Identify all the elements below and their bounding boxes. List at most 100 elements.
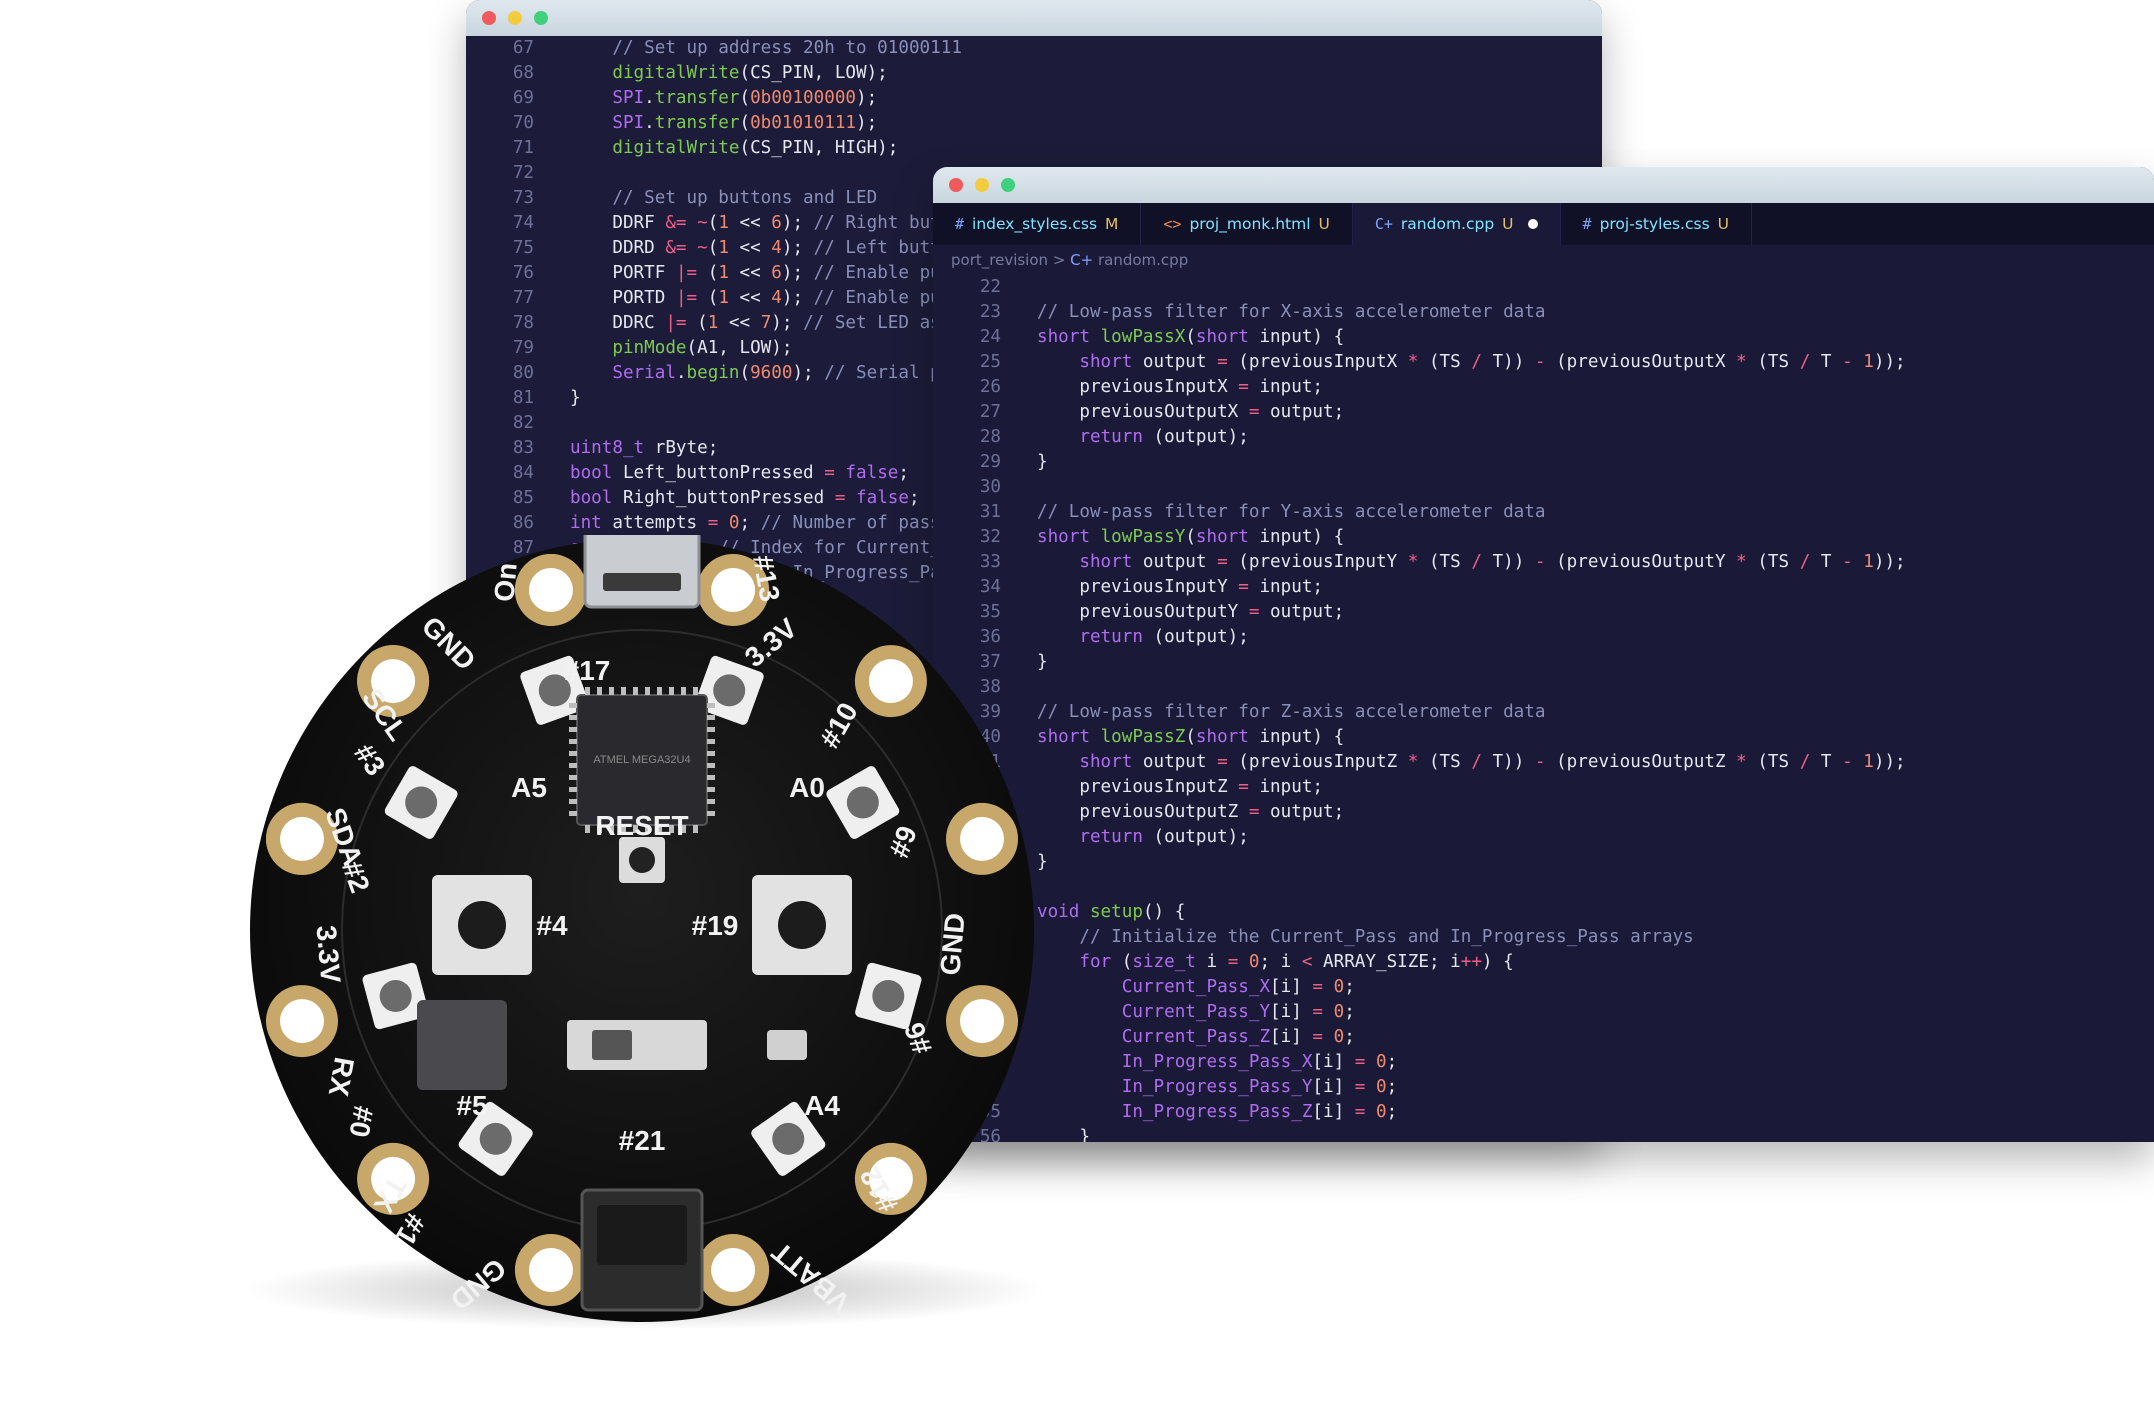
code-text[interactable]: return (output); [1037,625,1249,650]
unsaved-dot-icon[interactable] [1527,219,1538,229]
close-dot-icon[interactable] [949,178,963,192]
code-line[interactable]: 71 digitalWrite(CS_PIN, HIGH); [466,136,1602,161]
code-line[interactable]: 42 previousInputZ = input; [933,775,2154,800]
code-text[interactable]: Current_Pass_Z[i] = 0; [1037,1025,1355,1050]
code-line[interactable]: 49 for (size_t i = 0; i < ARRAY_SIZE; i+… [933,950,2154,975]
code-line[interactable]: 40 short lowPassZ(short input) { [933,725,2154,750]
code-line[interactable]: 28 return (output); [933,425,2154,450]
code-text[interactable]: previousOutputX = output; [1037,400,1344,425]
code-text[interactable]: } [1037,650,1048,675]
code-text[interactable]: uint8_t rByte; [570,436,718,461]
code-line[interactable]: 36 return (output); [933,625,2154,650]
code-line[interactable]: 38 [933,675,2154,700]
reset-button-cap[interactable] [629,847,655,873]
code-line[interactable]: 23 // Low-pass filter for X-axis accelero… [933,300,2154,325]
code-line[interactable]: 33 short output = (previousInputY * (TS … [933,550,2154,575]
code-line[interactable]: 41 short output = (previousInputZ * (TS … [933,750,2154,775]
code-text[interactable]: In_Progress_Pass_Z[i] = 0; [1037,1100,1397,1125]
code-text[interactable]: previousInputX = input; [1037,375,1323,400]
code-text[interactable]: return (output); [1037,825,1249,850]
code-text[interactable]: digitalWrite(CS_PIN, HIGH); [570,136,898,161]
code-line[interactable]: 25 short output = (previousInputX * (TS … [933,350,2154,375]
code-text[interactable]: // Low-pass filter for X-axis accelerome… [1037,300,1545,325]
code-text[interactable]: Current_Pass_X[i] = 0; [1037,975,1355,1000]
code-line[interactable]: 37} [933,650,2154,675]
code-text[interactable]: } [570,386,581,411]
code-text[interactable]: // Set up buttons and LED [570,186,877,211]
code-line[interactable]: 69 SPI.transfer(0b00100000); [466,86,1602,111]
code-line[interactable]: 67 // Set up address 20h to 01000111 [466,36,1602,61]
code-line[interactable]: 34 previousInputY = input; [933,575,2154,600]
code-line[interactable]: 47void setup() { [933,900,2154,925]
code-text[interactable]: bool Right_buttonPressed = false; [570,486,920,511]
code-text[interactable]: short output = (previousInputZ * (TS / T… [1037,750,1905,775]
minimize-dot-icon[interactable] [975,178,989,192]
code-text[interactable]: // Low-pass filter for Y-axis accelerome… [1037,500,1545,525]
code-line[interactable]: 22 [933,275,2154,300]
code-line[interactable]: 35 previousOutputY = output; [933,600,2154,625]
code-line[interactable]: 29} [933,450,2154,475]
editor-tab[interactable]: C+ random.cpp U [1352,203,1561,245]
code-text[interactable]: for (size_t i = 0; i < ARRAY_SIZE; i++) … [1037,950,1513,975]
code-line[interactable]: 56 } [933,1125,2154,1142]
code-text[interactable]: short lowPassZ(short input) { [1037,725,1344,750]
code-text[interactable]: previousOutputZ = output; [1037,800,1344,825]
code-line[interactable]: 43 previousOutputZ = output; [933,800,2154,825]
minimize-dot-icon[interactable] [508,11,522,25]
code-line[interactable]: 46 [933,875,2154,900]
code-line[interactable]: 26 previousInputX = input; [933,375,2154,400]
breadcrumb-folder[interactable]: port_revision [951,251,1048,269]
code-text[interactable]: Current_Pass_Y[i] = 0; [1037,1000,1355,1025]
code-text[interactable]: previousInputY = input; [1037,575,1323,600]
slide-switch-knob[interactable] [592,1030,632,1060]
editor-tab[interactable]: # index_styles.css M [933,203,1142,245]
code-text[interactable]: DDRD &= ~(1 << 4); // Left button [570,236,962,261]
code-text[interactable]: // Low-pass filter for Z-axis accelerome… [1037,700,1545,725]
code-text[interactable]: short output = (previousInputX * (TS / T… [1037,350,1905,375]
code-line[interactable]: 45} [933,850,2154,875]
code-text[interactable]: // Set up address 20h to 01000111 [570,36,962,61]
code-text[interactable]: } [1037,850,1048,875]
code-line[interactable]: 24 short lowPassX(short input) { [933,325,2154,350]
front-window-titlebar[interactable] [933,167,2154,203]
code-line[interactable]: 31 // Low-pass filter for Y-axis accelero… [933,500,2154,525]
code-text[interactable]: SPI.transfer(0b00100000); [570,86,877,111]
code-line[interactable]: 30 [933,475,2154,500]
back-window-titlebar[interactable] [466,0,1602,36]
code-text[interactable]: int attempts = 0; // Number of password [570,511,983,536]
breadcrumb-file[interactable]: random.cpp [1098,251,1188,269]
code-line[interactable]: 54 In_Progress_Pass_Y[i] = 0; [933,1075,2154,1100]
code-text[interactable]: bool Left_buttonPressed = false; [570,461,909,486]
code-line[interactable]: 52 Current_Pass_Z[i] = 0; [933,1025,2154,1050]
code-text[interactable]: short lowPassY(short input) { [1037,525,1344,550]
code-line[interactable]: 70 SPI.transfer(0b01010111); [466,111,1602,136]
code-text[interactable]: In_Progress_Pass_Y[i] = 0; [1037,1075,1397,1100]
maximize-dot-icon[interactable] [1001,178,1015,192]
code-line[interactable]: 68 digitalWrite(CS_PIN, LOW); [466,61,1602,86]
code-text[interactable]: short output = (previousInputY * (TS / T… [1037,550,1905,575]
code-text[interactable]: Serial.begin(9600); // Serial port [570,361,972,386]
code-line[interactable]: 50 Current_Pass_X[i] = 0; [933,975,2154,1000]
code-line[interactable]: 53 In_Progress_Pass_X[i] = 0; [933,1050,2154,1075]
code-text[interactable]: SPI.transfer(0b01010111); [570,111,877,136]
code-text[interactable]: short lowPassX(short input) { [1037,325,1344,350]
code-text[interactable]: previousOutputY = output; [1037,600,1344,625]
code-text[interactable]: PORTD |= (1 << 4); // Enable pull-up [570,286,993,311]
code-text[interactable]: PORTF |= (1 << 6); // Enable pull-up [570,261,993,286]
code-text[interactable]: digitalWrite(CS_PIN, LOW); [570,61,887,86]
code-text[interactable]: void setup() { [1037,900,1185,925]
code-text[interactable]: DDRF &= ~(1 << 6); // Right button [570,211,972,236]
code-line[interactable]: 55 In_Progress_Pass_Z[i] = 0; [933,1100,2154,1125]
code-line[interactable]: 27 previousOutputX = output; [933,400,2154,425]
close-dot-icon[interactable] [482,11,496,25]
code-text[interactable]: In_Progress_Pass_X[i] = 0; [1037,1050,1397,1075]
code-text[interactable]: // Initialize the Current_Pass and In_Pr… [1037,925,1693,950]
slide-switch[interactable] [567,1020,707,1070]
code-text[interactable]: pinMode(A1, LOW); [570,336,792,361]
maximize-dot-icon[interactable] [534,11,548,25]
code-line[interactable]: 39// Low-pass filter for Z-axis accelero… [933,700,2154,725]
code-text[interactable]: } [1037,1125,1090,1142]
front-code-area[interactable]: 22 23 // Low-pass filter for X-axis accele… [933,275,2154,1142]
code-line[interactable]: 32 short lowPassY(short input) { [933,525,2154,550]
editor-tab[interactable]: <> proj_monk.html U [1141,203,1353,245]
